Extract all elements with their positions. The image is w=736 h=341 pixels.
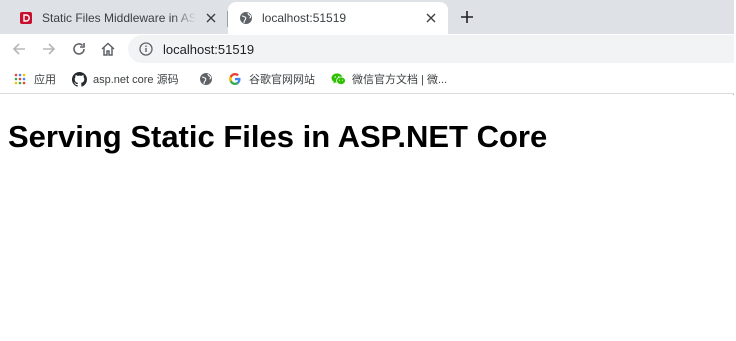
tab-title: localhost:51519	[262, 11, 347, 25]
wechat-icon	[330, 71, 346, 87]
bookmark-wechat-docs[interactable]: 微信官方文档 | 微...	[330, 71, 447, 87]
bookmark-label: 谷歌官网网站	[249, 74, 315, 86]
close-icon[interactable]	[422, 9, 440, 27]
tab-title: Static Files Middleware in ASP	[42, 11, 196, 25]
reload-button[interactable]	[68, 38, 90, 60]
bookmark-label: 应用	[34, 74, 56, 86]
tab-static-files[interactable]: Static Files Middleware in ASP	[8, 2, 228, 34]
home-button[interactable]	[97, 38, 119, 60]
browser-window: Static Files Middleware in ASP localhost…	[0, 0, 734, 339]
tab-strip: Static Files Middleware in ASP localhost…	[0, 0, 734, 34]
page-heading: Serving Static Files in ASP.NET Core	[8, 119, 548, 154]
page-content: Serving Static Files in ASP.NET Core	[0, 95, 734, 339]
url-text[interactable]: localhost:51519	[163, 42, 254, 57]
home-icon	[101, 42, 115, 56]
globe-icon	[238, 10, 254, 26]
back-button[interactable]	[8, 38, 30, 60]
red-square-d-icon	[18, 10, 34, 26]
github-icon	[71, 71, 87, 87]
new-tab-button[interactable]	[456, 6, 478, 28]
bookmark-label: 微信官方文档 | 微...	[352, 74, 448, 86]
forward-button[interactable]	[38, 38, 60, 60]
tab-localhost[interactable]: localhost:51519	[228, 2, 448, 34]
close-icon[interactable]	[202, 9, 220, 27]
bookmark-apps[interactable]: 应用	[12, 71, 56, 87]
arrow-left-icon	[12, 43, 25, 55]
arrow-right-icon	[43, 43, 56, 55]
info-icon[interactable]	[138, 41, 154, 57]
globe-icon	[198, 71, 214, 87]
bookmark-globe[interactable]	[198, 71, 220, 87]
bookmark-aspnet-source[interactable]: asp.net core 源码	[71, 71, 179, 87]
bookmark-label: asp.net core 源码	[93, 74, 179, 86]
apps-grid-icon	[12, 71, 28, 87]
bookmarks-bar: 应用 asp.net core 源码 谷歌官网网站 微信官方文档 | 微...	[0, 64, 734, 94]
google-icon	[227, 71, 243, 87]
bookmark-google[interactable]: 谷歌官网网站	[227, 71, 315, 87]
reload-icon	[73, 43, 85, 55]
plus-icon	[461, 11, 473, 23]
address-bar[interactable]: localhost:51519	[128, 35, 734, 63]
toolbar: localhost:51519	[0, 34, 734, 64]
